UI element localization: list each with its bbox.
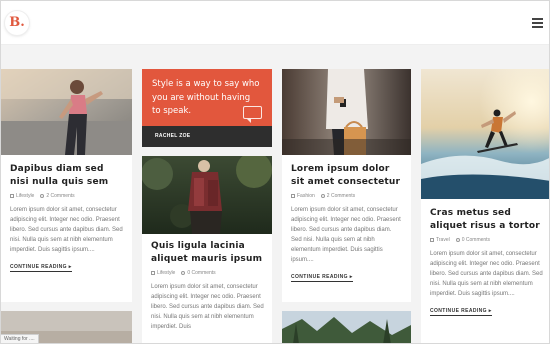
continue-reading-link[interactable]: CONTINUE READING ▸ bbox=[430, 308, 492, 316]
post-card: Quis ligula lacinia aliquet mauris ipsum… bbox=[142, 156, 272, 343]
folder-icon bbox=[151, 270, 155, 275]
comment-icon bbox=[181, 270, 186, 275]
post-title[interactable]: Lorem ipsum dolor sit amet consectetur bbox=[291, 163, 403, 188]
site-header: B. bbox=[1, 1, 549, 45]
post-meta: Lifestyle 2 Comments bbox=[10, 193, 124, 199]
post-category[interactable]: Lifestyle bbox=[157, 270, 175, 276]
post-comments[interactable]: 2 Comments bbox=[46, 193, 74, 199]
post-card: Lorem ipsum dolor sit amet consectetur F… bbox=[282, 69, 411, 302]
comment-icon bbox=[455, 237, 460, 242]
post-excerpt: Lorem ipsum dolor sit amet, consectetur … bbox=[430, 251, 543, 297]
quote-author: RACHEL ZOE bbox=[155, 133, 191, 139]
post-body: Quis ligula lacinia aliquet mauris ipsum… bbox=[151, 240, 264, 332]
post-image-runner[interactable] bbox=[1, 69, 132, 155]
folder-icon bbox=[430, 237, 434, 242]
post-category[interactable]: Fashion bbox=[297, 193, 315, 199]
folder-icon bbox=[291, 193, 295, 198]
post-body: Lorem ipsum dolor sit amet consectetur F… bbox=[291, 163, 403, 283]
post-excerpt: Lorem ipsum dolor sit amet, consectetur … bbox=[291, 207, 401, 263]
post-excerpt: Lorem ipsum dolor sit amet, consectetur … bbox=[151, 284, 264, 330]
post-body: Cras metus sed aliquet risus a tortor Tr… bbox=[430, 207, 543, 317]
post-image-mountains[interactable] bbox=[282, 311, 411, 344]
post-excerpt: Lorem ipsum dolor sit amet, consectetur … bbox=[10, 207, 123, 253]
browser-status-bar: Waiting for .... bbox=[1, 334, 39, 343]
post-comments[interactable]: 0 Comments bbox=[462, 237, 490, 243]
post-title[interactable]: Dapibus diam sed nisi nulla quis sem bbox=[10, 163, 124, 188]
site-logo[interactable]: B. bbox=[5, 11, 29, 35]
post-card bbox=[282, 311, 411, 344]
post-title[interactable]: Cras metus sed aliquet risus a tortor bbox=[430, 207, 543, 232]
continue-reading-label: CONTINUE READING bbox=[10, 264, 67, 270]
quote-bubble-icon bbox=[243, 106, 262, 123]
post-image-forest[interactable] bbox=[142, 156, 272, 234]
post-body: Dapibus diam sed nisi nulla quis sem Lif… bbox=[10, 163, 124, 273]
continue-reading-label: CONTINUE READING bbox=[430, 308, 487, 314]
post-grid: Dapibus diam sed nisi nulla quis sem Lif… bbox=[1, 45, 550, 344]
post-comments[interactable]: 0 Comments bbox=[187, 270, 215, 276]
continue-reading-label: CONTINUE READING bbox=[291, 274, 348, 280]
browser-viewport: B. Dapibus diam sed nisi nulla quis sem … bbox=[0, 0, 550, 344]
post-category[interactable]: Lifestyle bbox=[16, 193, 34, 199]
post-category[interactable]: Travel bbox=[436, 237, 450, 243]
post-meta: Travel 0 Comments bbox=[430, 237, 543, 243]
continue-reading-link[interactable]: CONTINUE READING ▸ bbox=[10, 264, 72, 272]
comment-icon bbox=[320, 193, 325, 198]
post-image-surfer[interactable] bbox=[421, 69, 550, 199]
post-title[interactable]: Quis ligula lacinia aliquet mauris ipsum bbox=[151, 240, 264, 265]
post-card: Dapibus diam sed nisi nulla quis sem Lif… bbox=[1, 69, 132, 302]
post-comments[interactable]: 2 Comments bbox=[327, 193, 355, 199]
continue-reading-link[interactable]: CONTINUE READING ▸ bbox=[291, 274, 353, 282]
post-image-fashion[interactable] bbox=[282, 69, 411, 155]
folder-icon bbox=[10, 193, 14, 198]
hamburger-menu-icon[interactable] bbox=[532, 18, 543, 28]
post-meta: Lifestyle 0 Comments bbox=[151, 270, 264, 276]
post-card: Cras metus sed aliquet risus a tortor Tr… bbox=[421, 69, 550, 343]
comment-icon bbox=[40, 193, 45, 198]
post-meta: Fashion 2 Comments bbox=[291, 193, 403, 199]
quote-author-bar: RACHEL ZOE bbox=[142, 126, 272, 147]
